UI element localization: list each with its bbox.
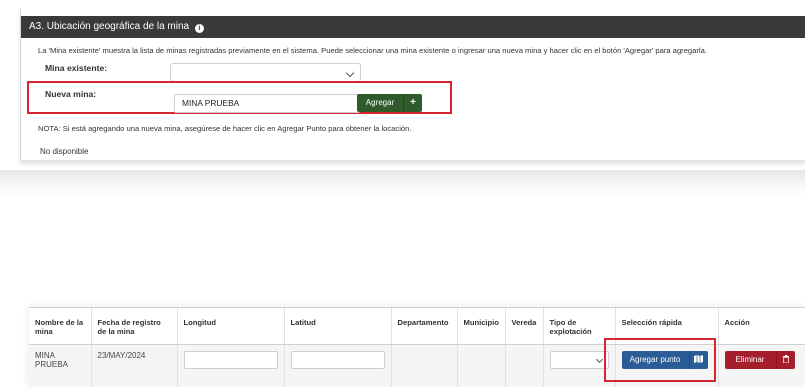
longitude-input[interactable] [183,351,278,369]
longitude-cell [177,344,285,387]
delete-button-label: Eliminar [735,355,765,364]
column-header: Departamento [391,308,458,345]
department-cell [391,344,458,387]
add-mine-button[interactable]: Agregar + [357,94,422,112]
section-header: A3. Ubicación geográfica de la mina i [21,16,805,38]
latitude-cell [284,344,392,387]
vereda-cell [505,344,544,387]
column-header: Latitud [284,308,392,345]
chevron-down-icon [345,68,355,78]
add-point-highlight [604,338,716,382]
delete-button[interactable]: Eliminar [724,351,795,369]
mine-location-panel: A3. Ubicación geográfica de la mina i La… [20,8,805,160]
registration-date-cell: 23/MAY/2024 [91,344,178,387]
column-header: Vereda [505,308,544,345]
new-mine-input[interactable]: MINA PRUEBA [174,94,360,113]
column-header: Acción [718,308,805,345]
action-cell: Eliminar [718,344,805,387]
new-mine-label: Nueva mina: [45,89,97,99]
section-title: A3. Ubicación geográfica de la mina [29,21,190,32]
column-header: Longitud [177,308,285,345]
plus-icon: + [403,94,422,112]
availability-status: No disponible [40,147,89,156]
municipality-cell [457,344,506,387]
exploitation-type-select[interactable] [549,351,609,369]
panel-shadow [0,170,805,200]
chevron-down-icon [595,355,603,364]
trash-icon [775,351,795,369]
column-header: Fecha de registro de la mina [91,308,178,345]
info-circle-icon[interactable]: i [194,24,204,33]
column-header: Municipio [457,308,506,345]
section-description: La 'Mina existente' muestra la lista de … [38,46,707,55]
mine-name-cell: MINA PRUEBA [29,344,92,387]
add-mine-button-label: Agregar [365,98,395,107]
latitude-input[interactable] [290,351,385,369]
existing-mine-select[interactable] [170,63,361,82]
existing-mine-label: Mina existente: [45,63,108,73]
note-text: NOTA: Si está agregando una nueva mina, … [38,124,412,133]
column-header: Nombre de la mina [29,308,92,345]
